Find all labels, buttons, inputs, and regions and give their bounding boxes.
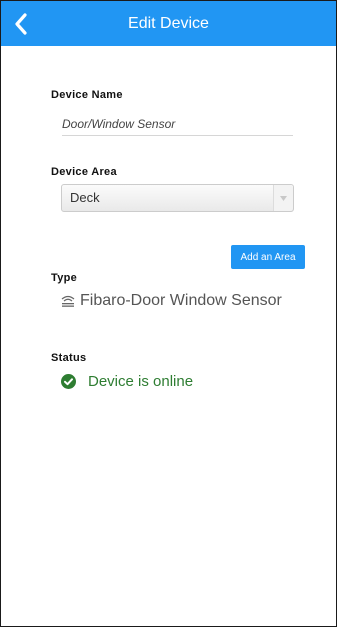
page-title: Edit Device xyxy=(128,15,209,32)
device-name-input[interactable] xyxy=(62,113,293,136)
status-value: Device is online xyxy=(88,372,194,390)
check-circle-icon xyxy=(61,373,76,389)
header-bar: Edit Device xyxy=(1,1,336,46)
device-area-label: Device Area xyxy=(51,166,117,178)
device-area-select[interactable]: Deck xyxy=(61,184,294,212)
add-area-button[interactable]: Add an Area xyxy=(231,245,305,269)
dropdown-arrow[interactable] xyxy=(273,185,293,211)
device-area-selected-value: Deck xyxy=(70,190,100,205)
status-label: Status xyxy=(51,352,87,364)
app-screen: Edit Device Device Name Device Area Deck… xyxy=(0,0,337,627)
chevron-down-icon xyxy=(280,196,287,201)
device-name-label: Device Name xyxy=(51,89,123,101)
device-status: Device is online xyxy=(61,370,193,392)
device-type-value: Fibaro-Door Window Sensor xyxy=(80,292,282,309)
device-type: Fibaro-Door Window Sensor xyxy=(61,290,282,312)
type-label: Type xyxy=(51,272,78,284)
wireless-sensor-icon xyxy=(61,295,75,307)
